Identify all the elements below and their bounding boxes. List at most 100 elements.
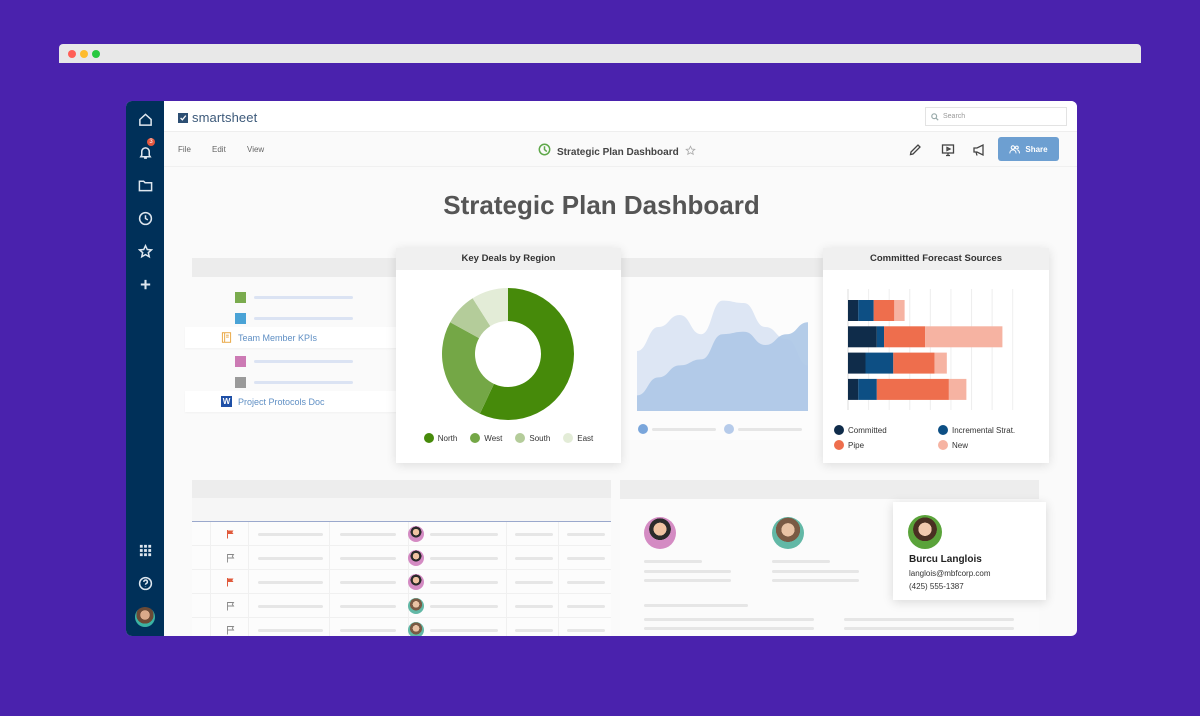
help-icon[interactable] [135,573,155,593]
notebook-icon [221,332,232,343]
bar-new-3[interactable] [934,352,947,374]
table-row[interactable] [192,570,611,594]
bar-incremental-strat-1[interactable] [858,300,874,321]
column-divider [506,522,507,546]
window-close-button[interactable] [68,50,76,58]
bell-icon[interactable]: 3 [135,138,155,162]
window-maximize-button[interactable] [92,50,100,58]
menu-edit[interactable]: Edit [212,145,226,154]
legend-swatch [563,433,574,443]
legend-label: South [529,433,551,443]
table-row[interactable] [192,618,611,636]
menu-file[interactable]: File [178,145,191,154]
donut-legend: North West South East [396,433,621,443]
contact-card[interactable]: Burcu Langlois langlois@mbfcorp.com (425… [893,502,1046,600]
placeholder-line [644,560,702,563]
smartsheet-logo[interactable]: smartsheet [178,110,257,125]
donut-slice-west[interactable] [442,322,494,414]
stacked-bar-chart [847,289,1014,410]
legend-swatch [423,433,434,443]
legend-swatch [470,433,481,443]
bar-pipe-2[interactable] [884,326,926,348]
share-button[interactable]: Share [998,137,1059,161]
present-icon[interactable] [941,143,955,157]
legend-label: North [437,433,458,443]
column-divider [558,546,559,570]
bar-new-2[interactable] [925,326,1003,348]
search-input[interactable]: Search [925,107,1067,126]
column-divider [248,522,249,546]
placeholder-line [772,570,859,573]
user-avatar[interactable] [135,607,155,627]
placeholder-line [254,360,353,363]
column-divider [210,546,211,570]
cell-placeholder [567,581,605,584]
area-legend-line-1 [652,428,716,431]
column-divider [558,522,559,546]
flag-outline-icon[interactable] [226,601,235,611]
legend-label: Incremental Strat. [952,425,1016,435]
assignee-avatar [408,622,424,636]
star-icon[interactable] [135,241,155,261]
bar-new-1[interactable] [894,300,905,321]
flag-outline-icon[interactable] [226,553,235,563]
placeholder-line [644,570,731,573]
assignee-avatar [408,574,424,590]
menu-view[interactable]: View [247,145,264,154]
table-row[interactable] [192,522,611,546]
megaphone-icon[interactable] [972,143,986,157]
shortcut-team-member-kpis[interactable]: Team Member KPIs [185,327,397,348]
table-row[interactable] [192,546,611,570]
window-minimize-button[interactable] [80,50,88,58]
area-legend-dot-2 [724,424,734,434]
pencil-icon[interactable] [908,143,922,157]
committed-forecast-title: Committed Forecast Sources [823,248,1049,270]
bar-pipe-3[interactable] [893,352,935,374]
bar-pipe-4[interactable] [876,378,949,400]
placeholder-line [844,618,1014,621]
cell-placeholder [340,581,396,584]
favorite-star-icon[interactable] [684,143,696,161]
bar-incremental-strat-3[interactable] [865,352,894,374]
column-divider [506,546,507,570]
column-divider [329,618,330,636]
placeholder-line [644,627,814,630]
contact-email[interactable]: langlois@mbfcorp.com [909,569,990,578]
key-deals-title: Key Deals by Region [396,248,621,270]
plus-icon[interactable] [135,274,155,294]
bar-incremental-strat-2[interactable] [876,326,885,348]
table-row[interactable] [192,594,611,618]
committed-forecast-card: Committed Forecast Sources Committed Incr… [823,248,1049,463]
bar-committed-4[interactable] [848,378,859,400]
apps-grid-icon[interactable] [135,540,155,560]
smartsheet-app-window: 3 smartsheet Search File Edit View Strat… [126,101,1077,636]
bar-new-4[interactable] [948,378,967,400]
shortcut-project-protocols-doc[interactable]: W Project Protocols Doc [185,391,397,412]
cell-placeholder [258,605,323,608]
legend-swatch [834,440,844,450]
column-divider [329,522,330,546]
cell-placeholder [258,629,323,632]
notification-badge: 3 [147,138,155,146]
cell-placeholder [515,581,553,584]
legend-label: New [952,440,969,450]
contact-phone: (425) 555-1387 [909,582,964,591]
team-member-avatar [772,517,804,549]
flag-outline-icon[interactable] [226,625,235,635]
bar-committed-1[interactable] [848,300,859,321]
browser-title-bar [59,44,1141,63]
bar-committed-3[interactable] [848,352,866,374]
cell-placeholder [430,557,498,560]
flag-filled-icon[interactable] [226,529,235,539]
swatch-green [235,292,246,303]
cell-placeholder [340,605,396,608]
swatch-blue [235,313,246,324]
donut-chart [442,288,574,420]
flag-filled-icon[interactable] [226,577,235,587]
bar-pipe-1[interactable] [873,300,895,321]
key-deals-card: Key Deals by Region North West South East [396,248,621,463]
bar-committed-2[interactable] [848,326,877,348]
home-icon[interactable] [135,109,155,129]
bar-incremental-strat-4[interactable] [858,378,877,400]
cell-placeholder [258,581,323,584]
